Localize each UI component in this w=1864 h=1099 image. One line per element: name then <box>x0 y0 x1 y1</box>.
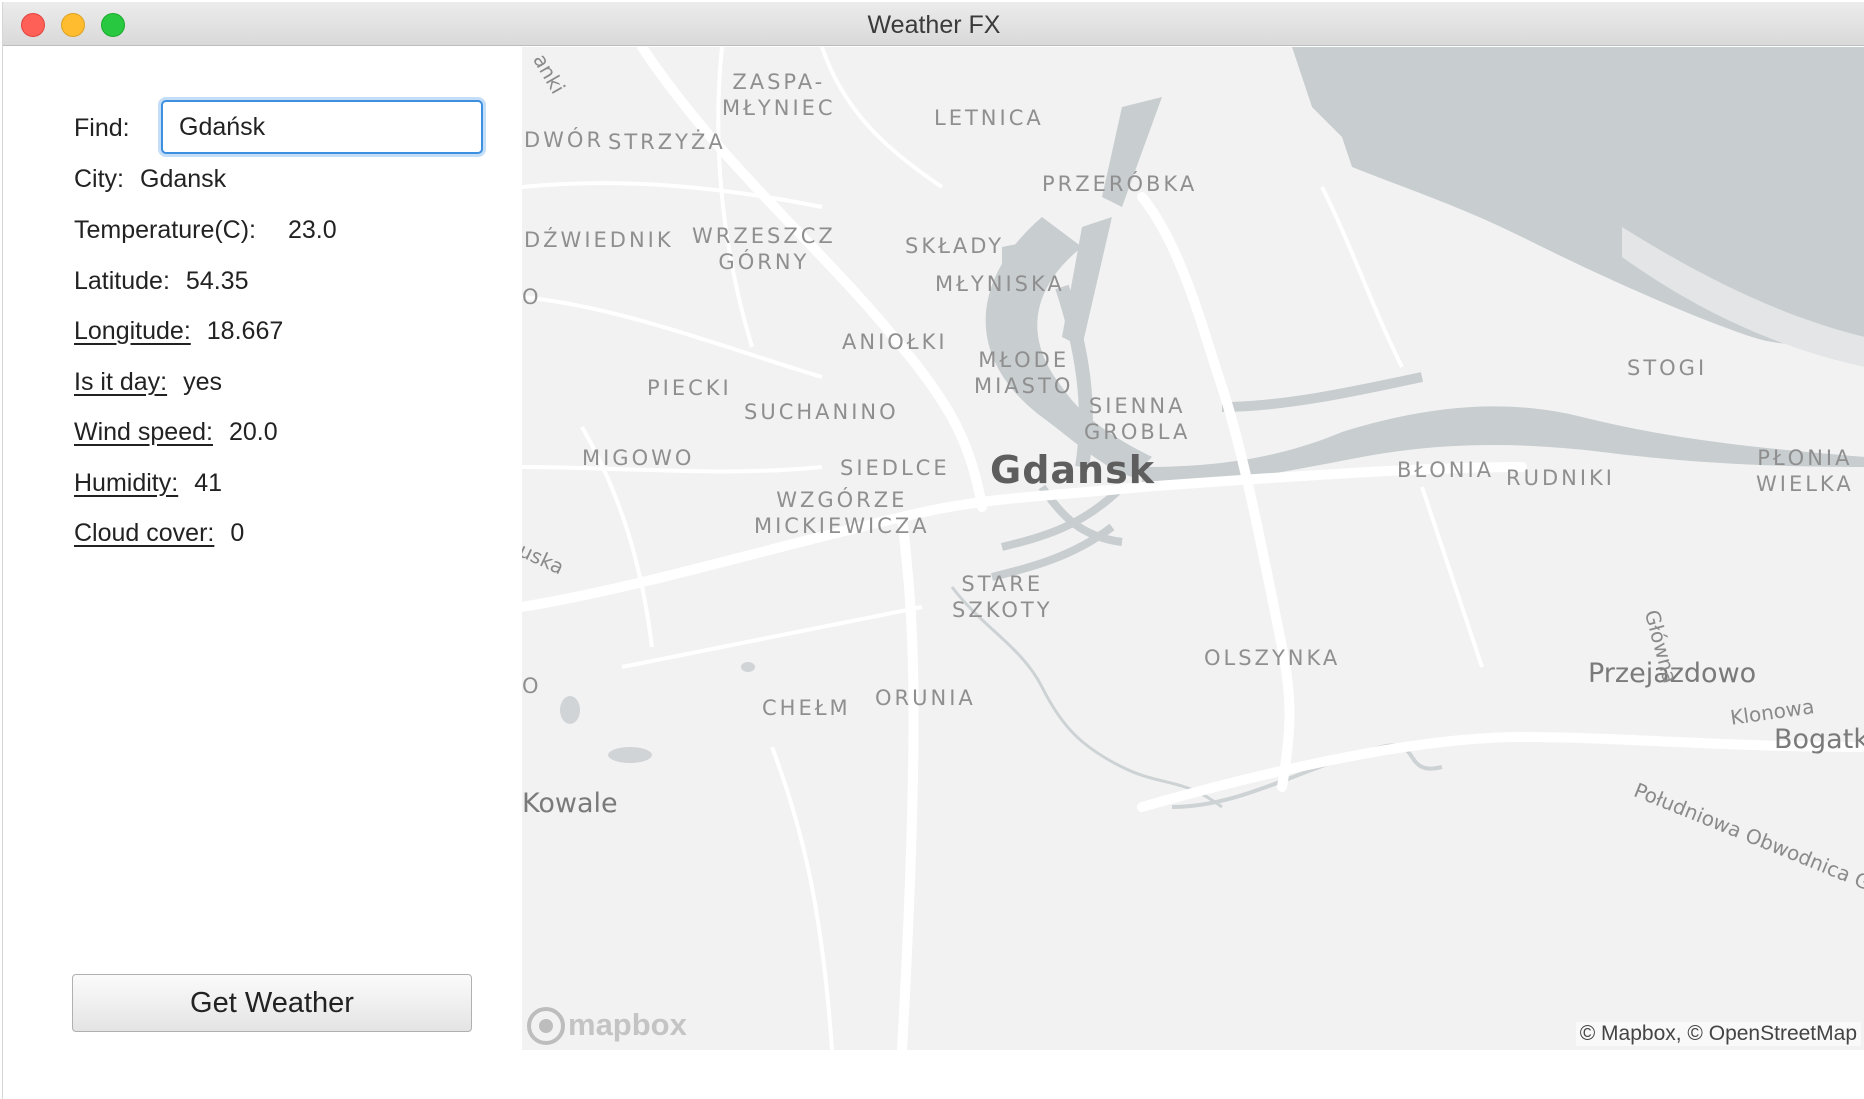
district-przerobka: PRZERÓBKA <box>1042 172 1198 196</box>
district-strzyza: STRZYŻA <box>608 130 726 154</box>
cloud-cover-value: 0 <box>230 519 245 547</box>
district-wzgorze: WZGÓRZE MICKIEWICZA <box>754 488 930 538</box>
edge-letter-2: O <box>522 674 542 698</box>
district-orunia: ORUNIA <box>875 686 976 710</box>
district-siedlce: SIEDLCE <box>840 456 950 480</box>
map-view[interactable]: ZASPA- MŁYNIEC LETNICA DWÓR STRZYŻA PRZE… <box>522 47 1864 1050</box>
lake <box>560 696 580 724</box>
district-chelm: CHEŁM <box>762 696 851 720</box>
weather-panel: Find: City: Gdansk Temperature(C): 23.0 La… <box>3 47 522 1099</box>
town-bogatka: Bogatka <box>1774 724 1864 755</box>
temperature-value: 23.0 <box>288 216 337 244</box>
is-day-value: yes <box>183 368 222 396</box>
minor-roads <box>522 47 1484 1050</box>
cloud-cover-row: Cloud cover: 0 <box>74 519 244 548</box>
district-olszynka: OLSZYNKA <box>1204 646 1341 670</box>
longitude-label: Longitude: <box>74 317 191 345</box>
latitude-label: Latitude: <box>74 267 170 295</box>
temperature-label: Temperature(C): <box>74 216 256 244</box>
cloud-cover-label: Cloud cover: <box>74 519 215 547</box>
district-migowo: MIGOWO <box>582 446 695 470</box>
latitude-value: 54.35 <box>185 267 249 295</box>
temperature-row: Temperature(C): 23.0 <box>74 216 337 245</box>
district-stare-szkoty: STARE SZKOTY <box>952 572 1053 622</box>
map-attribution[interactable]: © Mapbox, © OpenStreetMap <box>1575 1022 1861 1046</box>
lake <box>608 747 652 763</box>
mapbox-logo-text: mapbox <box>568 1007 687 1042</box>
district-stogi: STOGI <box>1627 356 1708 380</box>
southern-stream <box>1171 743 1443 809</box>
district-dwor: DWÓR <box>524 128 605 152</box>
wind-speed-value: 20.0 <box>228 418 278 446</box>
district-wrzeszcz: WRZESZCZ GÓRNY <box>692 224 836 274</box>
district-sienna-grobla: SIENNA GROBLA <box>1084 394 1191 444</box>
longitude-row: Longitude: 18.667 <box>74 317 283 346</box>
district-rudniki: RUDNIKI <box>1506 466 1615 490</box>
app-window: Weather FX Find: City: Gdansk Temperature… <box>2 2 1864 1099</box>
town-kowale: Kowale <box>522 788 618 819</box>
district-dzwiednik: DŹWIEDNIK <box>524 228 674 252</box>
map-canvas <box>522 47 1864 1050</box>
find-label: Find: <box>74 114 130 142</box>
sea-area <box>1292 47 1864 345</box>
lake <box>741 662 755 672</box>
wind-speed-row: Wind speed: 20.0 <box>74 418 278 447</box>
humidity-label: Humidity: <box>74 469 179 497</box>
map-city-label: Gdansk <box>990 448 1155 492</box>
title-bar[interactable]: Weather FX <box>3 2 1864 46</box>
mapbox-logo[interactable]: mapbox <box>526 1005 702 1047</box>
humidity-value: 41 <box>194 469 222 497</box>
is-day-label: Is it day: <box>74 368 168 396</box>
district-suchanino: SUCHANINO <box>744 400 899 424</box>
district-plonia: PŁONIA WIELKA <box>1756 446 1854 496</box>
wind-speed-label: Wind speed: <box>74 418 213 446</box>
river-branch <box>1221 372 1424 412</box>
city-value: Gdansk <box>140 165 227 193</box>
get-weather-button[interactable]: Get Weather <box>72 974 472 1032</box>
longitude-value: 18.667 <box>206 317 284 345</box>
humidity-row: Humidity: 41 <box>74 469 222 498</box>
window-title: Weather FX <box>867 11 1001 39</box>
city-label: City: <box>74 165 124 193</box>
is-day-row: Is it day: yes <box>74 368 222 397</box>
district-zaspa-text: ZASPA- MŁYNIEC <box>722 70 836 120</box>
district-sklady: SKŁADY <box>905 234 1005 258</box>
city-row: City: Gdansk <box>74 165 226 194</box>
district-mlode-miasto: MŁODE MIASTO <box>974 348 1074 398</box>
district-letnica: LETNICA <box>934 106 1044 130</box>
district-blonia: BŁONIA <box>1397 458 1495 482</box>
edge-letter: O <box>522 285 542 309</box>
latitude-row: Latitude: 54.35 <box>74 267 248 296</box>
district-piecki: PIECKI <box>647 376 732 400</box>
district-aniolki: ANIOŁKI <box>842 330 948 354</box>
district-mlyniska: MŁYNISKA <box>935 272 1065 296</box>
find-input[interactable] <box>161 100 483 154</box>
district-zaspa: ZASPA- MŁYNIEC <box>722 69 836 121</box>
